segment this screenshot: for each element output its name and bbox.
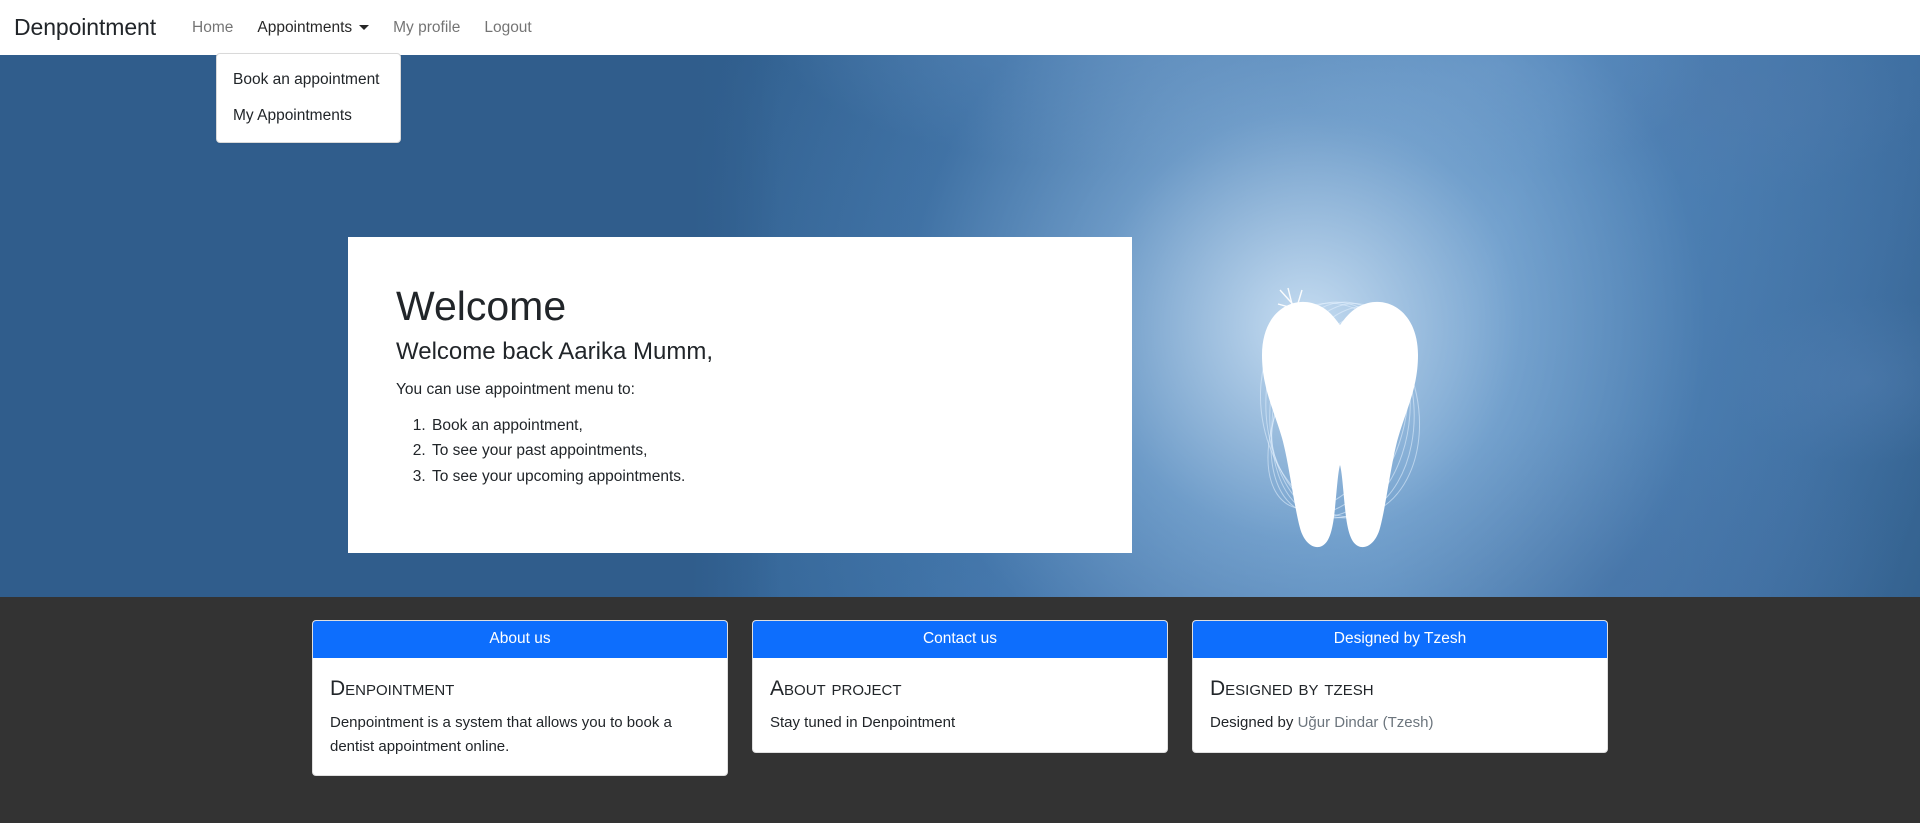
footer-card-contact-us-header[interactable]: Contact us (753, 621, 1167, 659)
nav-item-my-profile-label: My profile (393, 18, 461, 36)
top-navbar: Denpointment Home Appointments My profil… (0, 0, 1920, 55)
designer-credit-link[interactable]: Uğur Dindar (Tzesh) (1298, 714, 1434, 731)
footer-card-contact-us-text: Stay tuned in Denpointment (770, 714, 956, 732)
footer-card-about-us: About us Denpointment Denpointment is a … (312, 620, 728, 776)
nav-item-my-profile[interactable]: My profile (381, 19, 472, 37)
welcome-subtitle: Welcome back Aarika Mumm, (396, 338, 713, 366)
appointments-dropdown-menu: Book an appointment My Appointments (216, 53, 401, 143)
page-root: Denpointment Home Appointments My profil… (0, 0, 1920, 823)
footer-card-designed-by-text: Designed by Uğur Dindar (Tzesh) (1210, 711, 1590, 734)
nav-links: Home Appointments My profile Logout (180, 19, 544, 37)
list-item: To see your upcoming appointments. (430, 464, 1084, 489)
welcome-card: Welcome Welcome back Aarika Mumm, You ca… (348, 237, 1132, 553)
page-title: Welcome (396, 283, 567, 329)
footer-card-designed-by: Designed by Tzesh Designed by Tzesh Desi… (1192, 620, 1608, 753)
nav-item-logout[interactable]: Logout (472, 19, 543, 37)
list-item: Book an appointment, (430, 413, 1084, 438)
chevron-down-icon (359, 25, 370, 30)
footer-card-designed-by-body: Designed by Tzesh Designed by Uğur Dinda… (1193, 658, 1607, 751)
footer-card-designed-by-header[interactable]: Designed by Tzesh (1193, 621, 1607, 659)
nav-item-appointments[interactable]: Appointments (245, 19, 381, 37)
brand-logo[interactable]: Denpointment (14, 14, 156, 41)
dropdown-item-my-appointments[interactable]: My Appointments (217, 98, 400, 134)
tooth-illustration (1190, 260, 1480, 560)
footer-card-contact-us-body: About project Stay tuned in Denpointment (753, 658, 1167, 751)
footer-card-about-us-body: Denpointment Denpointment is a system th… (313, 658, 727, 775)
nav-item-home[interactable]: Home (180, 19, 245, 37)
footer-card-about-us-text: Denpointment is a system that allows you… (330, 714, 672, 755)
footer-card-contact-us: Contact us About project Stay tuned in D… (752, 620, 1168, 753)
footer-card-designed-by-title: Designed by Tzesh (1210, 677, 1374, 701)
footer-card-contact-us-title: About project (770, 677, 902, 701)
footer-cards-row: About us Denpointment Denpointment is a … (312, 620, 1608, 776)
site-footer: About us Denpointment Denpointment is a … (0, 597, 1920, 823)
footer-card-about-us-header[interactable]: About us (313, 621, 727, 659)
welcome-instructions-list: Book an appointment, To see your past ap… (396, 413, 1084, 488)
list-item: To see your past appointments, (430, 438, 1084, 463)
nav-item-appointments-label: Appointments (257, 18, 353, 36)
nav-item-logout-label: Logout (484, 18, 532, 36)
footer-card-about-us-title: Denpointment (330, 677, 455, 701)
nav-item-home-label: Home (192, 18, 234, 36)
designed-by-prefix: Designed by (1210, 714, 1298, 732)
welcome-lead-text: You can use appointment menu to: (396, 381, 635, 399)
dropdown-item-book-an-appointment[interactable]: Book an appointment (217, 62, 400, 98)
